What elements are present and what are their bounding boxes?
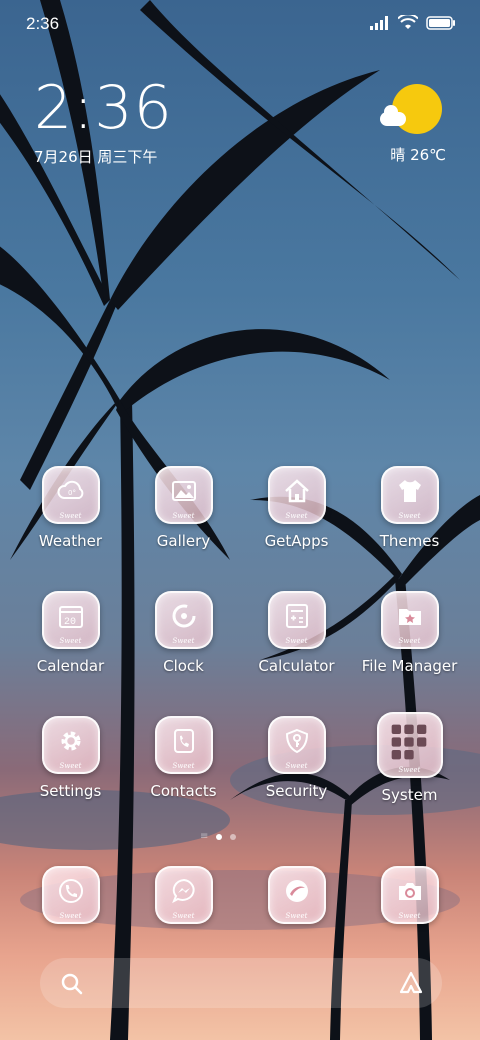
- signal-icon: [370, 15, 388, 30]
- sun-icon: [392, 84, 442, 134]
- app-themes[interactable]: Sweet Themes: [353, 466, 466, 591]
- weather-widget[interactable]: 晴 26℃: [366, 84, 446, 164]
- dock-phone[interactable]: Sweet: [14, 866, 127, 924]
- widget-date: 7月26日 周三下午: [34, 148, 158, 166]
- app-label: Calculator: [258, 657, 335, 675]
- app-label: File Manager: [361, 657, 458, 675]
- app-file-manager[interactable]: Sweet File Manager: [353, 591, 466, 716]
- app-calendar[interactable]: 20 Sweet Calendar: [14, 591, 127, 716]
- folder-icon: Sweet: [380, 591, 439, 649]
- app-row: 0° Sweet Weather Sweet Gallery Sweet Get…: [14, 466, 466, 591]
- app-contacts[interactable]: Sweet Contacts: [127, 716, 240, 841]
- app-weather[interactable]: 0° Sweet Weather: [14, 466, 127, 591]
- search-bar[interactable]: [40, 958, 442, 1008]
- folder-grid-icon: Sweet: [376, 712, 443, 778]
- dock-camera[interactable]: Sweet: [353, 866, 466, 924]
- app-label: GetApps: [264, 532, 329, 550]
- gear-icon: Sweet: [41, 716, 100, 774]
- assistant-icon[interactable]: [398, 970, 424, 996]
- page-dot: [230, 833, 237, 840]
- status-bar: 2:36: [0, 0, 480, 50]
- svg-text:0°: 0°: [68, 489, 76, 497]
- app-calculator[interactable]: Sweet Calculator: [240, 591, 353, 716]
- shield-icon: Sweet: [267, 716, 326, 774]
- app-label: Clock: [163, 657, 204, 675]
- calculator-icon: Sweet: [267, 591, 326, 649]
- app-label: Settings: [39, 782, 102, 800]
- app-label: Themes: [379, 532, 440, 550]
- app-label: Gallery: [156, 532, 211, 550]
- page-dot-active: [216, 833, 223, 840]
- app-label: Security: [265, 782, 328, 800]
- cloud-icon: [380, 105, 406, 126]
- contacts-icon: Sweet: [154, 716, 213, 774]
- weather-text: 晴 26℃: [390, 146, 446, 164]
- tshirt-icon: Sweet: [380, 466, 439, 524]
- calendar-icon: 20 Sweet: [41, 591, 100, 649]
- app-label: Contacts: [150, 782, 217, 800]
- app-clock[interactable]: Sweet Clock: [127, 591, 240, 716]
- svg-text:20: 20: [64, 617, 76, 628]
- app-label: System: [381, 786, 438, 804]
- phone-icon: Sweet: [41, 866, 100, 924]
- page-indicator[interactable]: ≡: [200, 831, 237, 842]
- status-icons: [370, 15, 456, 30]
- status-time: 2:36: [26, 14, 60, 33]
- app-label: Calendar: [36, 657, 105, 675]
- weather-icon: 0° Sweet: [41, 466, 100, 524]
- app-row: 20 Sweet Calendar Sweet Clock Sweet Calc…: [14, 591, 466, 716]
- browser-icon: Sweet: [267, 866, 326, 924]
- dock-browser[interactable]: Sweet: [240, 866, 353, 924]
- app-row: Sweet Settings Sweet Contacts Sweet Secu…: [14, 712, 466, 841]
- app-label: Weather: [38, 532, 103, 550]
- dock: Sweet Sweet Sweet Sweet: [14, 866, 466, 924]
- home-icon: Sweet: [267, 466, 326, 524]
- battery-icon: [426, 15, 455, 30]
- dock-messenger[interactable]: Sweet: [127, 866, 240, 924]
- app-settings[interactable]: Sweet Settings: [14, 716, 127, 841]
- clock-icon: Sweet: [154, 591, 213, 649]
- search-icon: [61, 973, 83, 995]
- app-security[interactable]: Sweet Security: [240, 716, 353, 841]
- app-system[interactable]: Sweet System: [353, 712, 466, 841]
- app-gallery[interactable]: Sweet Gallery: [127, 466, 240, 591]
- wifi-icon: [398, 15, 418, 29]
- menu-lines-icon: ≡: [200, 831, 209, 842]
- clock-widget[interactable]: 2:36 7月26日 周三下午: [34, 76, 173, 167]
- widget-time: 2:36: [34, 73, 173, 143]
- gallery-icon: Sweet: [154, 466, 213, 524]
- app-getapps[interactable]: Sweet GetApps: [240, 466, 353, 591]
- camera-icon: Sweet: [380, 866, 439, 924]
- app-grid: 0° Sweet Weather Sweet Gallery Sweet Get…: [14, 466, 466, 841]
- messenger-icon: Sweet: [154, 866, 213, 924]
